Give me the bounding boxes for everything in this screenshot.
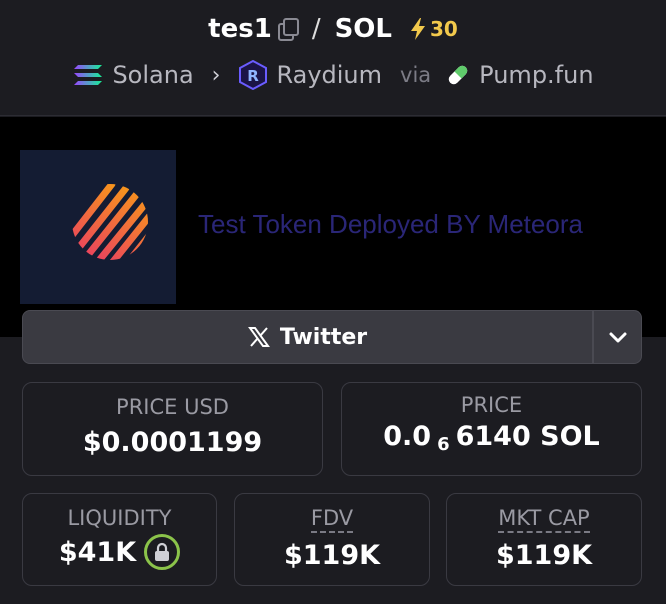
pair-separator: /: [311, 14, 321, 44]
token-symbol: tes1: [208, 14, 272, 44]
chevron-right-icon: ›: [211, 62, 221, 88]
pair-header: tes1 / SOL 30 Solana › R Raydium via Pum…: [0, 0, 666, 116]
fdv-label[interactable]: FDV: [235, 506, 429, 533]
chevron-down-icon: [609, 332, 626, 343]
mktcap-label-text: MKT CAP: [498, 506, 590, 533]
price-usd-label: PRICE USD: [116, 395, 229, 419]
mktcap-card: MKT CAP $119K: [446, 493, 642, 586]
twitter-label: Twitter: [279, 324, 368, 350]
liquidity-label: LIQUIDITY: [67, 506, 172, 530]
socials-dropdown-button[interactable]: [593, 310, 642, 364]
chain-breadcrumb: Solana › R Raydium via Pump.fun: [0, 60, 666, 90]
liquidity-value: $41K: [23, 534, 216, 570]
pair-title: tes1 / SOL 30: [0, 14, 666, 44]
mktcap-label[interactable]: MKT CAP: [447, 506, 641, 533]
price-usd-amount: $0.0001199: [82, 427, 263, 458]
fdv-card: FDV $119K: [234, 493, 430, 586]
fdv-label-text: FDV: [310, 506, 354, 533]
token-description: Test Token Deployed BY Meteora: [198, 209, 583, 239]
price-usd-value: $0.0001199: [23, 427, 322, 458]
price-label: PRICE: [460, 393, 523, 417]
via-label: via: [400, 63, 432, 87]
svg-text:R: R: [248, 67, 260, 85]
liquidity-card: LIQUIDITY $41K: [22, 493, 217, 586]
price-usd-card: PRICE USD $0.0001199: [22, 382, 323, 476]
lightning-icon: [410, 18, 425, 40]
boost-badge[interactable]: 30: [408, 17, 458, 41]
pill-icon: [448, 65, 468, 85]
price-prefix: 0.0: [383, 421, 432, 452]
price-native-value: 0.0 6 6140 SOL: [342, 421, 641, 455]
quote-symbol: SOL: [334, 14, 392, 44]
token-logo-mark: [72, 184, 148, 260]
launchpad-name[interactable]: Pump.fun: [479, 61, 593, 89]
dex-name[interactable]: Raydium: [276, 61, 382, 89]
price-native-card: PRICE 0.0 6 6140 SOL: [341, 382, 642, 476]
mktcap-value: $119K: [447, 540, 641, 571]
mktcap-amount: $119K: [495, 540, 593, 571]
fdv-value: $119K: [235, 540, 429, 571]
token-banner: Test Token Deployed BY Meteora: [0, 117, 666, 337]
liquidity-amount: $41K: [58, 536, 137, 568]
x-logo-icon: [247, 327, 270, 347]
raydium-logo: R: [239, 60, 268, 90]
solana-logo: [74, 65, 103, 85]
fdv-amount: $119K: [283, 540, 381, 571]
boost-count: 30: [429, 17, 458, 41]
price-suffix: 6140 SOL: [455, 421, 600, 452]
twitter-button[interactable]: Twitter: [22, 310, 593, 364]
price-zero-count: 6: [437, 434, 450, 455]
liquidity-lock-badge[interactable]: [144, 534, 181, 570]
copy-icon[interactable]: [276, 17, 299, 41]
lock-icon: [155, 542, 170, 561]
token-logo: [20, 150, 176, 304]
chain-name[interactable]: Solana: [112, 61, 193, 89]
